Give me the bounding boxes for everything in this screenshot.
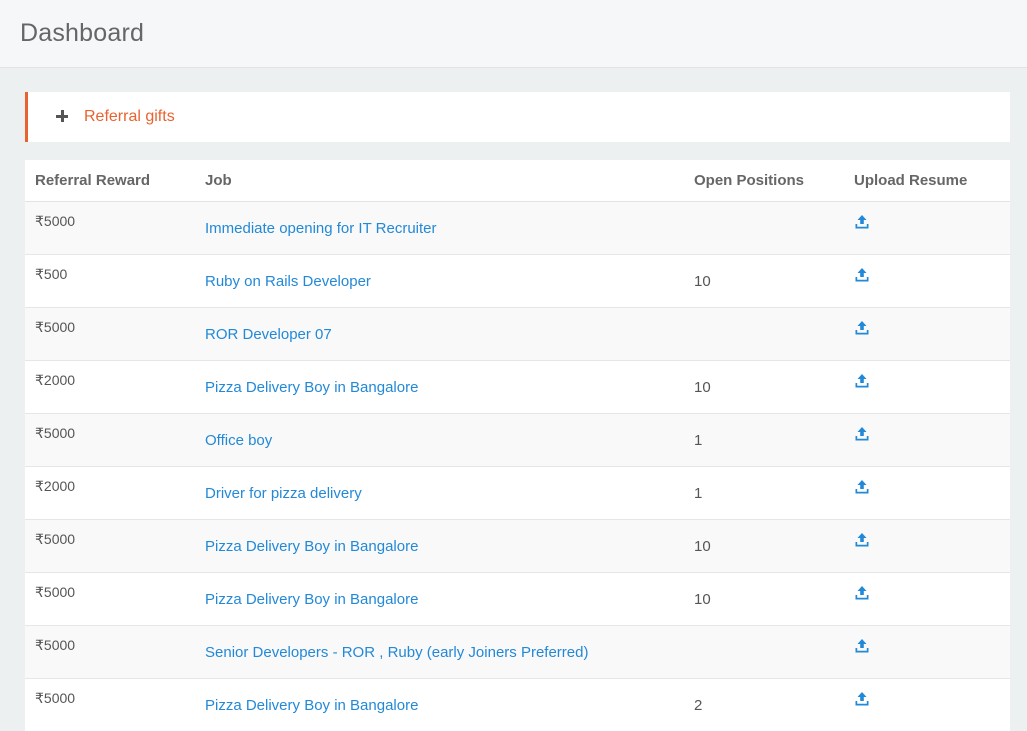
job-cell: Ruby on Rails Developer — [195, 255, 684, 308]
table-row: ₹5000 Senior Developers - ROR , Ruby (ear… — [25, 626, 1010, 679]
referral-reward: ₹5000 — [25, 414, 195, 467]
referral-reward: ₹2000 — [25, 361, 195, 414]
upload-icon[interactable] — [854, 691, 870, 707]
referral-reward: ₹5000 — [25, 679, 195, 731]
open-positions: 1 — [684, 414, 844, 467]
upload-icon[interactable] — [854, 214, 870, 230]
open-positions: 10 — [684, 255, 844, 308]
job-cell: Pizza Delivery Boy in Bangalore — [195, 679, 684, 731]
table-row: ₹5000 Immediate opening for IT Recruiter — [25, 202, 1010, 255]
job-link[interactable]: Ruby on Rails Developer — [205, 273, 371, 290]
table-row: ₹5000 Office boy 1 — [25, 414, 1010, 467]
open-positions: 10 — [684, 361, 844, 414]
referral-gifts-toggle[interactable]: Referral gifts — [84, 108, 175, 126]
table-row: ₹5000 Pizza Delivery Boy in Bangalore 10 — [25, 573, 1010, 626]
job-cell: Senior Developers - ROR , Ruby (early Jo… — [195, 626, 684, 679]
open-positions — [684, 626, 844, 679]
job-cell: Office boy — [195, 414, 684, 467]
plus-icon[interactable] — [56, 110, 70, 124]
column-header-upload-resume: Upload Resume — [844, 160, 1010, 202]
referral-reward: ₹5000 — [25, 573, 195, 626]
job-link[interactable]: Pizza Delivery Boy in Bangalore — [205, 538, 418, 555]
upload-icon[interactable] — [854, 426, 870, 442]
upload-icon[interactable] — [854, 373, 870, 389]
upload-resume-cell — [844, 414, 1010, 467]
upload-icon[interactable] — [854, 585, 870, 601]
job-cell: Immediate opening for IT Recruiter — [195, 202, 684, 255]
open-positions: 1 — [684, 467, 844, 520]
open-positions — [684, 202, 844, 255]
job-cell: Pizza Delivery Boy in Bangalore — [195, 361, 684, 414]
upload-resume-cell — [844, 361, 1010, 414]
column-header-referral-reward: Referral Reward — [25, 160, 195, 202]
upload-resume-cell — [844, 255, 1010, 308]
table-row: ₹5000 ROR Developer 07 — [25, 308, 1010, 361]
job-cell: Pizza Delivery Boy in Bangalore — [195, 573, 684, 626]
referral-reward: ₹5000 — [25, 520, 195, 573]
main-content: Referral gifts Referral Reward Job Open … — [0, 68, 1027, 731]
job-link[interactable]: Senior Developers - ROR , Ruby (early Jo… — [205, 644, 588, 661]
open-positions: 10 — [684, 520, 844, 573]
page-title: Dashboard — [20, 19, 144, 48]
upload-resume-cell — [844, 626, 1010, 679]
upload-icon[interactable] — [854, 267, 870, 283]
upload-resume-cell — [844, 202, 1010, 255]
upload-icon[interactable] — [854, 638, 870, 654]
job-link[interactable]: Office boy — [205, 432, 272, 449]
job-link[interactable]: Pizza Delivery Boy in Bangalore — [205, 591, 418, 608]
upload-resume-cell — [844, 679, 1010, 731]
column-header-job: Job — [195, 160, 684, 202]
upload-icon[interactable] — [854, 320, 870, 336]
referral-gifts-panel[interactable]: Referral gifts — [25, 92, 1010, 142]
job-link[interactable]: ROR Developer 07 — [205, 326, 332, 343]
job-cell: ROR Developer 07 — [195, 308, 684, 361]
table-row: ₹5000 Pizza Delivery Boy in Bangalore 2 — [25, 679, 1010, 731]
upload-resume-cell — [844, 573, 1010, 626]
job-link[interactable]: Pizza Delivery Boy in Bangalore — [205, 697, 418, 714]
job-cell: Driver for pizza delivery — [195, 467, 684, 520]
upload-icon[interactable] — [854, 532, 870, 548]
referral-reward: ₹5000 — [25, 308, 195, 361]
table-header-row: Referral Reward Job Open Positions Uploa… — [25, 160, 1010, 202]
upload-resume-cell — [844, 467, 1010, 520]
table-row: ₹500 Ruby on Rails Developer 10 — [25, 255, 1010, 308]
upload-icon[interactable] — [854, 479, 870, 495]
open-positions: 10 — [684, 573, 844, 626]
job-cell: Pizza Delivery Boy in Bangalore — [195, 520, 684, 573]
referral-reward: ₹500 — [25, 255, 195, 308]
table-row: ₹2000 Pizza Delivery Boy in Bangalore 10 — [25, 361, 1010, 414]
upload-resume-cell — [844, 308, 1010, 361]
upload-resume-cell — [844, 520, 1010, 573]
job-link[interactable]: Driver for pizza delivery — [205, 485, 362, 502]
open-positions — [684, 308, 844, 361]
referral-reward: ₹5000 — [25, 626, 195, 679]
table-row: ₹5000 Pizza Delivery Boy in Bangalore 10 — [25, 520, 1010, 573]
job-link[interactable]: Immediate opening for IT Recruiter — [205, 220, 437, 237]
referral-reward: ₹5000 — [25, 202, 195, 255]
referral-reward: ₹2000 — [25, 467, 195, 520]
open-positions: 2 — [684, 679, 844, 731]
job-link[interactable]: Pizza Delivery Boy in Bangalore — [205, 379, 418, 396]
page-header: Dashboard — [0, 0, 1027, 68]
table-row: ₹2000 Driver for pizza delivery 1 — [25, 467, 1010, 520]
column-header-open-positions: Open Positions — [684, 160, 844, 202]
referral-jobs-table: Referral Reward Job Open Positions Uploa… — [25, 160, 1010, 731]
